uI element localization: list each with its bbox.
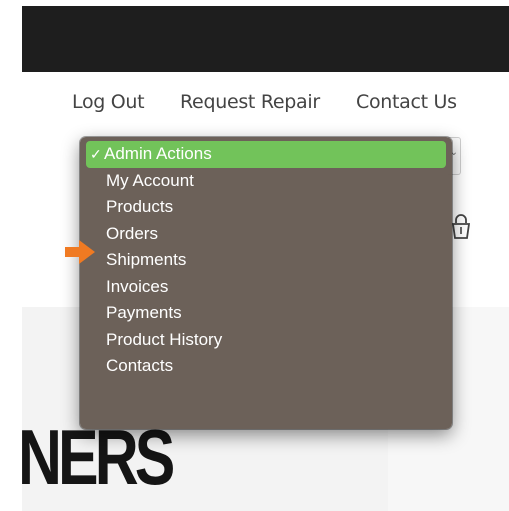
menu-item-payments[interactable]: Payments bbox=[86, 300, 446, 327]
contact-us-link[interactable]: Contact Us bbox=[356, 91, 457, 113]
menu-item-label: Admin Actions bbox=[104, 144, 212, 163]
menu-item-contacts[interactable]: Contacts bbox=[86, 353, 446, 380]
menu-item-product-history[interactable]: Product History bbox=[86, 327, 446, 354]
hero-heading: NERS bbox=[18, 413, 175, 501]
top-header-bar bbox=[22, 6, 509, 72]
pointer-arrow-icon bbox=[65, 240, 95, 264]
menu-item-orders[interactable]: Orders bbox=[86, 221, 446, 248]
menu-item-shipments[interactable]: Shipments bbox=[86, 247, 446, 274]
menu-item-products[interactable]: Products bbox=[86, 194, 446, 221]
request-repair-link[interactable]: Request Repair bbox=[180, 91, 320, 113]
top-nav: Log Out Request Repair Contact Us bbox=[0, 91, 509, 115]
actions-dropdown-menu[interactable]: ✓ Admin Actions My Account Products Order… bbox=[80, 137, 452, 429]
menu-item-my-account[interactable]: My Account bbox=[86, 168, 446, 195]
checkmark-icon: ✓ bbox=[90, 146, 102, 162]
menu-item-invoices[interactable]: Invoices bbox=[86, 274, 446, 301]
menu-item-admin-actions[interactable]: ✓ Admin Actions bbox=[86, 141, 446, 168]
cart-icon[interactable] bbox=[451, 214, 471, 240]
logout-link[interactable]: Log Out bbox=[72, 91, 145, 113]
